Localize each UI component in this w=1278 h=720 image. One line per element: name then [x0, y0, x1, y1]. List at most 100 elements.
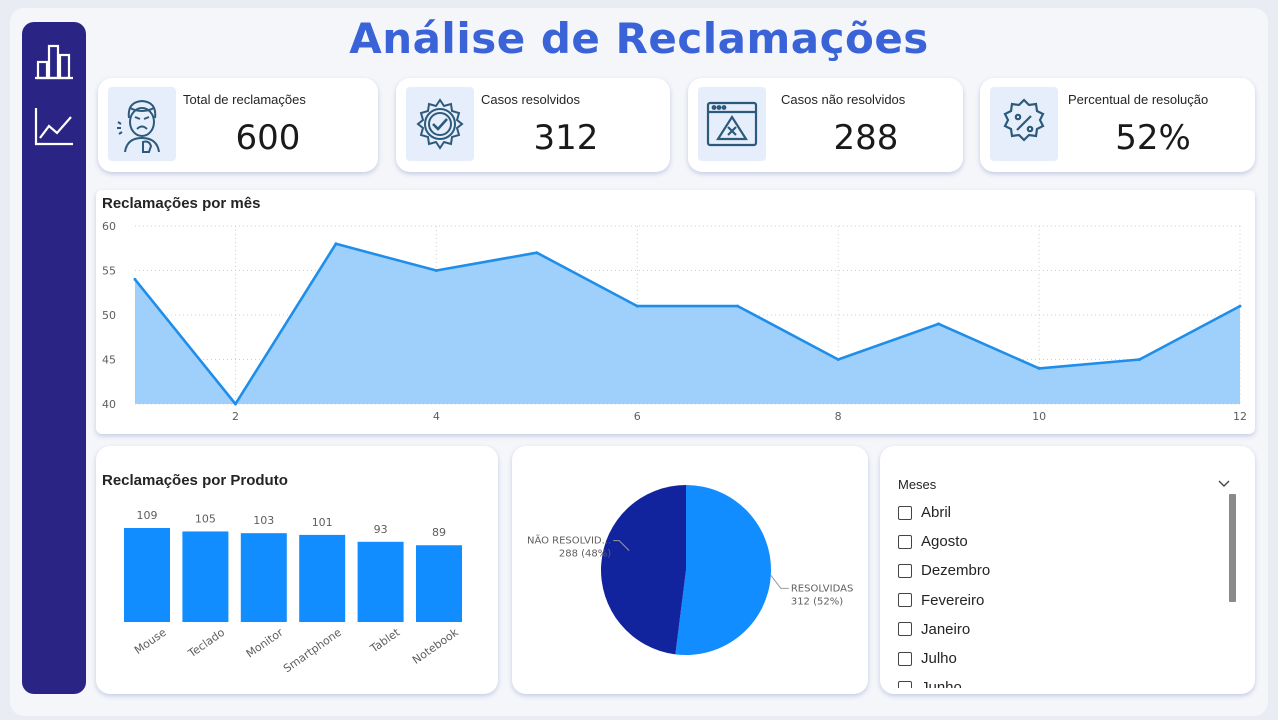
kpi-label: Percentual de resolução — [1068, 92, 1209, 107]
x-tick-label: 10 — [1032, 410, 1046, 423]
bar-data-label: 109 — [137, 509, 158, 522]
data-point — [133, 277, 137, 281]
slicer-scrollbar[interactable] — [1229, 494, 1236, 602]
data-point — [535, 251, 539, 255]
bar — [357, 541, 404, 622]
x-category-label: Mouse — [132, 626, 169, 657]
slicer-item-label: Fevereiro — [921, 591, 985, 609]
slicer-item-label: Junho — [921, 679, 962, 688]
slicer-item[interactable]: Janeiro — [898, 615, 1228, 644]
kpi-label: Casos resolvidos — [481, 92, 580, 107]
slicer-item-label: Dezembro — [921, 562, 991, 580]
pie-leader-line — [770, 575, 789, 589]
bar — [124, 528, 170, 622]
bar-data-label: 89 — [432, 526, 446, 539]
x-tick-label: 8 — [835, 410, 842, 423]
x-category-label: Notebook — [410, 625, 461, 666]
percent-badge-icon — [990, 87, 1058, 161]
kpi-value: 600 — [235, 118, 301, 158]
slicer-checkbox[interactable] — [898, 534, 912, 549]
slicer-item[interactable]: Fevereiro — [898, 586, 1228, 615]
x-category-label: Monitor — [244, 626, 286, 661]
x-tick-label: 12 — [1233, 410, 1247, 423]
pie-slice — [601, 485, 686, 655]
bar-data-label: 103 — [253, 514, 274, 527]
kpi-card-total: Total de reclamações 600 — [98, 78, 378, 172]
slicer-checkbox[interactable] — [898, 680, 912, 688]
bar — [240, 533, 287, 622]
pie-slice — [675, 485, 771, 655]
pie-label-value: 312 (52%) — [791, 596, 843, 607]
bar-chart-icon — [35, 44, 73, 80]
slicer-checkbox[interactable] — [898, 563, 912, 578]
slicer-item[interactable]: Junho — [898, 673, 1228, 688]
slicer-checkbox[interactable] — [898, 593, 912, 608]
kpi-card-unresolved: Casos não resolvidos 288 — [688, 78, 963, 172]
data-point — [937, 322, 941, 326]
y-tick-label: 50 — [102, 309, 116, 322]
nav-line-chart-page[interactable] — [32, 104, 76, 148]
kpi-card-resolved: Casos resolvidos 312 — [396, 78, 670, 172]
data-point — [635, 304, 639, 308]
x-category-label: Tablet — [367, 625, 403, 655]
slicer-item-label: Agosto — [921, 533, 968, 551]
slicer-item[interactable]: Abril — [898, 498, 1228, 527]
x-category-label: Smartphone — [281, 626, 344, 676]
slicer-item-label: Abril — [921, 504, 952, 522]
kpi-value: 52% — [1115, 118, 1191, 158]
bar — [182, 531, 229, 622]
data-point — [736, 304, 740, 308]
y-tick-label: 40 — [102, 398, 116, 411]
data-point — [334, 242, 338, 246]
slicer-checkbox[interactable] — [898, 505, 912, 520]
pie-label-value: 288 (48%) — [559, 549, 611, 560]
sidebar-nav — [22, 22, 86, 694]
bar — [299, 534, 346, 622]
slicer-item[interactable]: Julho — [898, 644, 1228, 673]
slicer-title: Meses — [898, 477, 937, 492]
area-fill — [135, 243, 1240, 404]
kpi-value: 288 — [833, 118, 899, 158]
data-point — [1037, 366, 1041, 370]
x-tick-label: 4 — [433, 410, 440, 423]
bar-chart: 109 Mouse 105 Teclado 103 Monitor 101 Smartphon… — [124, 509, 462, 676]
slicer-item[interactable]: Dezembro — [898, 556, 1228, 585]
kpi-value: 312 — [533, 118, 599, 158]
check-gear-icon — [406, 87, 474, 161]
data-point — [1138, 358, 1142, 361]
slicer-item-label: Janeiro — [921, 620, 971, 638]
pie-label-name: NÃO RESOLVID... — [527, 534, 611, 547]
bar-data-label: 93 — [374, 523, 388, 536]
slicer-checkbox[interactable] — [898, 622, 912, 637]
slicer-checkbox[interactable] — [898, 651, 912, 666]
kpi-label: Total de reclamações — [183, 92, 306, 107]
chevron-down-icon[interactable] — [1216, 476, 1232, 492]
bar-data-label: 105 — [195, 512, 216, 525]
y-tick-label: 60 — [102, 220, 116, 233]
y-tick-label: 45 — [102, 354, 116, 367]
bar-data-label: 101 — [312, 516, 333, 529]
data-point — [836, 358, 840, 361]
kpi-card-percent: Percentual de resolução 52% — [980, 78, 1255, 172]
kpi-label: Casos não resolvidos — [781, 92, 906, 107]
data-point — [233, 402, 237, 406]
slicer-item[interactable]: Agosto — [898, 527, 1228, 556]
angry-person-icon — [108, 87, 176, 161]
slicer-item-label: Julho — [921, 650, 957, 668]
bar-chart-card[interactable]: Reclamações por Produto 109 Mouse 105 Tecla… — [96, 446, 498, 694]
pie-chart: RESOLVIDAS 312 (52%) NÃO RESOLVID... 288 (4… — [527, 485, 853, 655]
y-tick-label: 55 — [102, 265, 116, 278]
page-title: Análise de Reclamações — [349, 14, 929, 63]
nav-bar-chart-page[interactable] — [32, 38, 76, 82]
pie-chart-card[interactable]: RESOLVIDAS 312 (52%) NÃO RESOLVID... 288 (4… — [512, 446, 868, 694]
bar — [416, 545, 462, 622]
line-chart-card[interactable]: Reclamações por mês 40 45 50 55 60 2 4 6 8 10 12 — [96, 190, 1255, 434]
line-chart-icon — [34, 108, 73, 146]
month-slicer: Meses Abril Agosto Dezembro Fevereiro Janeir… — [880, 446, 1255, 694]
data-point — [1238, 304, 1242, 308]
pie-label-name: RESOLVIDAS — [791, 583, 853, 594]
line-chart: 40 45 50 55 60 2 4 6 8 10 12 — [102, 220, 1247, 423]
x-tick-label: 2 — [232, 410, 239, 423]
data-point — [434, 269, 438, 272]
error-window-icon — [698, 87, 766, 161]
